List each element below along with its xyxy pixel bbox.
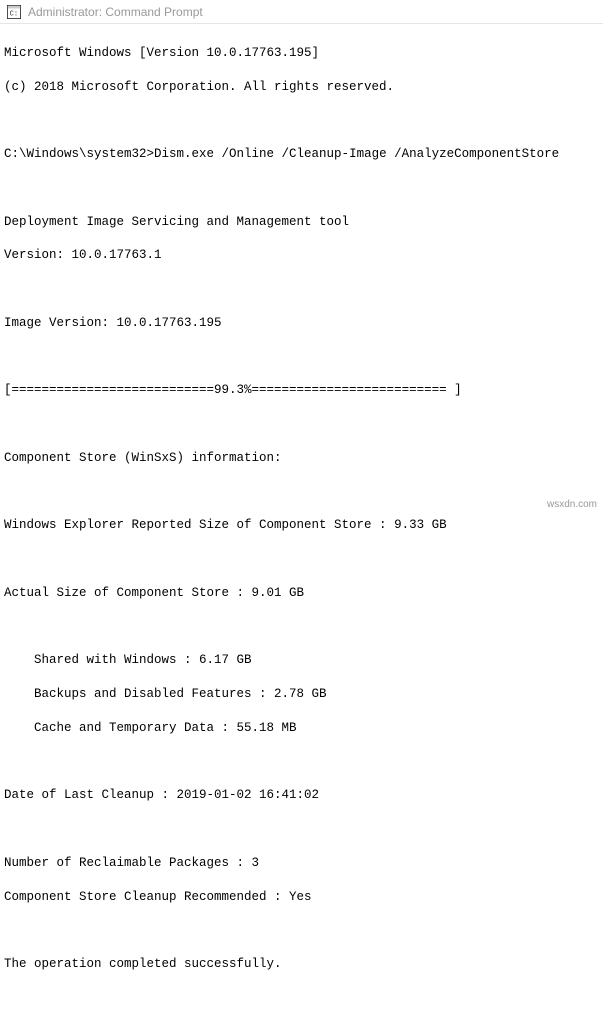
- cache-size-line: Cache and Temporary Data : 55.18 MB: [4, 720, 599, 737]
- shared-size-line: Shared with Windows : 6.17 GB: [4, 652, 599, 669]
- watermark-text: wsxdn.com: [547, 499, 597, 510]
- blank-line: [4, 180, 599, 197]
- prompt-line: C:\Windows\system32>Dism.exe /Online /Cl…: [4, 146, 599, 163]
- success-line: The operation completed successfully.: [4, 956, 599, 973]
- image-version-line: Image Version: 10.0.17763.195: [4, 315, 599, 332]
- blank-line: [4, 281, 599, 298]
- command-text: Dism.exe /Online /Cleanup-Image /Analyze…: [154, 147, 559, 161]
- blank-line: [4, 619, 599, 636]
- svg-text:C:: C:: [10, 10, 18, 18]
- backups-size-line: Backups and Disabled Features : 2.78 GB: [4, 686, 599, 703]
- blank-line: [4, 416, 599, 433]
- os-header-line: Microsoft Windows [Version 10.0.17763.19…: [4, 45, 599, 62]
- tool-name-line: Deployment Image Servicing and Managemen…: [4, 214, 599, 231]
- prompt-path: C:\Windows\system32>: [4, 147, 154, 161]
- actual-size-line: Actual Size of Component Store : 9.01 GB: [4, 585, 599, 602]
- recommended-line: Component Store Cleanup Recommended : Ye…: [4, 889, 599, 906]
- section-header: Component Store (WinSxS) information:: [4, 450, 599, 467]
- window-title: Administrator: Command Prompt: [28, 5, 203, 19]
- blank-line: [4, 922, 599, 939]
- explorer-size-line: Windows Explorer Reported Size of Compon…: [4, 517, 599, 534]
- blank-line: [4, 484, 599, 501]
- tool-version-line: Version: 10.0.17763.1: [4, 247, 599, 264]
- terminal-output[interactable]: Microsoft Windows [Version 10.0.17763.19…: [0, 24, 603, 1024]
- blank-line: [4, 990, 599, 1007]
- cmd-icon: C:: [6, 4, 22, 20]
- blank-line: [4, 551, 599, 568]
- blank-line: [4, 112, 599, 129]
- progress-bar-line: [===========================99.3%=======…: [4, 382, 599, 399]
- title-bar[interactable]: C: Administrator: Command Prompt: [0, 0, 603, 24]
- blank-line: [4, 349, 599, 366]
- last-cleanup-line: Date of Last Cleanup : 2019-01-02 16:41:…: [4, 787, 599, 804]
- reclaimable-line: Number of Reclaimable Packages : 3: [4, 855, 599, 872]
- blank-line: [4, 754, 599, 771]
- blank-line: [4, 821, 599, 838]
- copyright-line: (c) 2018 Microsoft Corporation. All righ…: [4, 79, 599, 96]
